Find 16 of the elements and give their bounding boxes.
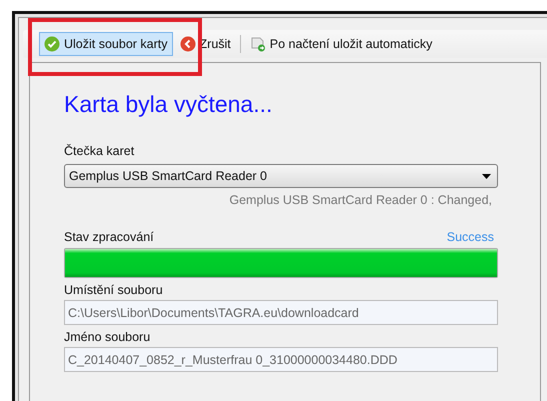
- filename-field[interactable]: C_20140407_0852_r_Musterfrau 0_31000000034480.DDD: [64, 347, 498, 372]
- field-label: Jméno souboru: [64, 330, 152, 344]
- toolbar-button[interactable]: Po načtení uložit automaticky: [244, 32, 438, 56]
- toolbar-button[interactable]: Uložit soubor karty: [39, 32, 173, 56]
- status-text: Gemplus USB SmartCard Reader 0 : Changed,: [228, 193, 492, 207]
- field-label: Umístění souboru: [64, 283, 164, 297]
- field-label: Stav zpracování: [64, 230, 154, 244]
- check-icon: [44, 36, 60, 52]
- field-label: Čtečka karet: [64, 144, 136, 158]
- path-field[interactable]: C:\Users\Libor\Documents\TAGRA.eu\downloadcard: [64, 300, 498, 325]
- cancel-icon: [180, 36, 196, 52]
- heading: Karta byla vyčtena...: [64, 91, 274, 118]
- result-text: Success: [446, 230, 494, 244]
- reader-dropdown[interactable]: Gemplus USB SmartCard Reader 0: [64, 164, 498, 188]
- document-add-icon: [250, 36, 266, 52]
- caret-icon: [482, 174, 491, 178]
